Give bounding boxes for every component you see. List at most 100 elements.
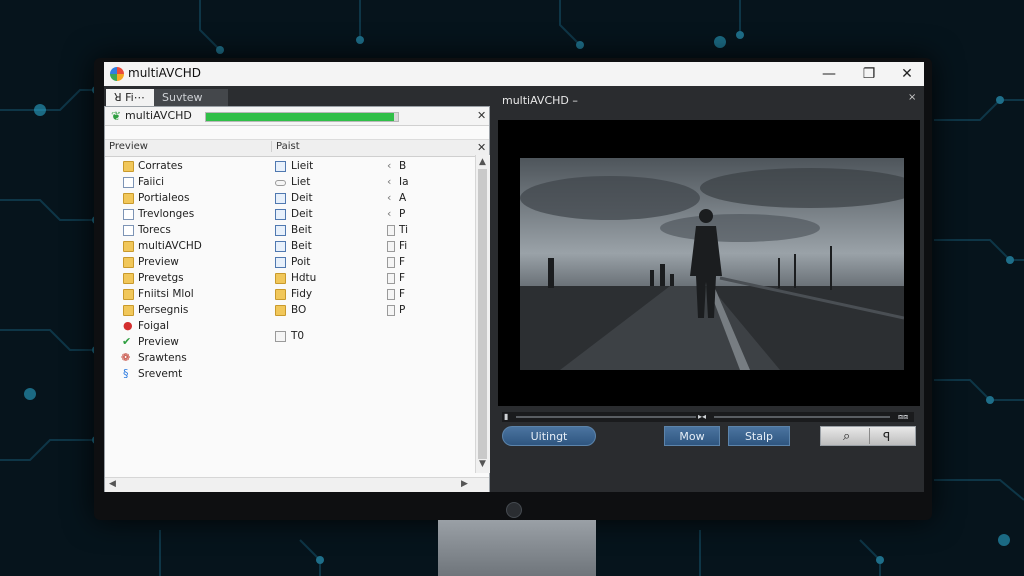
list-item[interactable]: Ti	[385, 223, 445, 239]
folder-icon	[275, 289, 286, 300]
column-header-preview[interactable]: Preview	[109, 141, 148, 152]
column-header-paist[interactable]: Paist	[271, 141, 300, 152]
folder-icon	[275, 305, 286, 316]
list-item[interactable]: ‹ A	[385, 191, 445, 207]
list-item[interactable]: ❁ Srawtens	[105, 351, 475, 367]
arrow-icon: ‹	[387, 175, 392, 188]
search-icon[interactable]: ⌕	[843, 427, 850, 447]
list-item[interactable]: Beit	[273, 223, 383, 239]
file-icon	[387, 241, 395, 252]
list-item[interactable]: F	[385, 287, 445, 303]
list-item[interactable]: § Srevemt	[105, 367, 475, 383]
progress-fill	[206, 113, 395, 121]
document-icon	[275, 193, 286, 204]
seek-line-left	[516, 416, 696, 418]
file-icon	[387, 225, 395, 236]
move-button[interactable]: Mow	[664, 426, 720, 446]
file-panel: ❦ multiAVCHD ✕ Preview Paist ✕ Corrates	[104, 106, 490, 492]
close-button[interactable]: ✕	[890, 64, 924, 84]
video-player-pane: multiAVCHD – × ▮ ▸◂ ⧈⧈ Uitingt Mow Stalp…	[490, 86, 924, 492]
title-bar: multiAVCHD — ❐ ✕	[104, 62, 924, 86]
app-window: multiAVCHD — ❐ ✕ ꓤ Fi⋯ Suvtew ❦ multiAVC…	[104, 62, 924, 492]
document-icon	[275, 225, 286, 236]
folder-icon	[123, 305, 134, 316]
stop-button[interactable]: Stalp	[728, 426, 790, 446]
list-item[interactable]: ‹ B	[385, 159, 445, 175]
folder-icon	[123, 257, 134, 268]
file-icon	[387, 273, 395, 284]
file-icon	[387, 289, 395, 300]
arrow-icon: ‹	[387, 159, 392, 172]
folder-icon	[123, 289, 134, 300]
seek-bar[interactable]: ▮ ▸◂ ⧈⧈	[502, 412, 914, 422]
drive-icon	[275, 180, 286, 186]
tab-suvtew[interactable]: Suvtew	[154, 89, 228, 107]
list-item[interactable]: ‹ Ia	[385, 175, 445, 191]
leaf-icon: ❦	[111, 109, 122, 123]
header-close-icon[interactable]: ✕	[477, 141, 486, 154]
document-icon	[275, 257, 286, 268]
player-close-icon[interactable]: ×	[908, 92, 916, 103]
horizontal-scrollbar[interactable]: ◀ ▶	[105, 477, 489, 492]
list-item[interactable]: BO	[273, 303, 383, 319]
list-item[interactable]: F	[385, 255, 445, 271]
list-item[interactable]: Deit	[273, 191, 383, 207]
list-item[interactable]: Poit	[273, 255, 383, 271]
document-icon	[275, 209, 286, 220]
folder-icon	[123, 241, 134, 252]
seek-start-icon: ▮	[504, 412, 509, 421]
video-frame[interactable]	[498, 120, 920, 406]
list-item[interactable]: Hdtu	[273, 271, 383, 287]
list-item[interactable]: Deit	[273, 207, 383, 223]
list-item[interactable]: Lieit	[273, 159, 383, 175]
document-icon	[123, 209, 134, 220]
folder-icon	[123, 161, 134, 172]
document-icon	[123, 225, 134, 236]
list-item[interactable]: Beit	[273, 239, 383, 255]
arrow-icon: ‹	[387, 191, 392, 204]
list-item[interactable]: T0	[273, 329, 383, 345]
window-title: multiAVCHD	[128, 66, 201, 80]
player-title: multiAVCHD –	[502, 94, 578, 107]
file-icon	[387, 305, 395, 316]
file-icon	[387, 257, 395, 268]
list-item[interactable]: P	[385, 303, 445, 319]
scroll-thumb[interactable]	[478, 169, 487, 459]
document-icon	[275, 161, 286, 172]
minimize-button[interactable]: —	[812, 64, 846, 84]
list-item[interactable]: Fidy	[273, 287, 383, 303]
path-label: multiAVCHD	[125, 109, 192, 122]
seek-handle-icon[interactable]: ▸◂	[698, 412, 706, 421]
file-browser-pane: ꓤ Fi⋯ Suvtew ❦ multiAVCHD ✕ Preview Pais…	[104, 86, 490, 492]
seek-line-right	[714, 416, 890, 418]
folder-icon	[123, 273, 134, 284]
path-close-icon[interactable]: ✕	[477, 109, 486, 122]
folder-icon	[123, 193, 134, 204]
settings-icon[interactable]: ꟼ	[883, 427, 890, 447]
uitingt-button[interactable]: Uitingt	[502, 426, 596, 446]
maximize-button[interactable]: ❐	[852, 64, 886, 84]
volume-icon[interactable]: ⧈⧈	[898, 412, 908, 422]
folder-icon	[275, 273, 286, 284]
scroll-up-icon[interactable]: ▲	[479, 157, 486, 167]
app-logo-icon	[110, 67, 124, 81]
tool-button-group: ⌕ ꟼ	[820, 426, 916, 446]
blue-link-icon: §	[123, 367, 129, 380]
file-icon	[275, 331, 286, 342]
green-check-icon: ✔	[122, 335, 132, 348]
list-item[interactable]: Fi	[385, 239, 445, 255]
monitor-stand	[438, 520, 596, 576]
arrow-icon: ‹	[387, 207, 392, 220]
power-button-icon[interactable]	[506, 502, 522, 518]
document-icon	[275, 241, 286, 252]
scroll-left-icon[interactable]: ◀	[109, 479, 116, 489]
document-icon	[123, 177, 134, 188]
list-item[interactable]: F	[385, 271, 445, 287]
progress-bar	[205, 112, 399, 122]
scroll-down-icon[interactable]: ▼	[479, 459, 486, 469]
colorful-icon: ❁	[121, 351, 131, 364]
vertical-scrollbar[interactable]: ▲ ▼	[475, 155, 490, 473]
list-item[interactable]: Liet	[273, 175, 383, 191]
scroll-right-icon[interactable]: ▶	[461, 479, 468, 489]
list-item[interactable]: ‹ P	[385, 207, 445, 223]
